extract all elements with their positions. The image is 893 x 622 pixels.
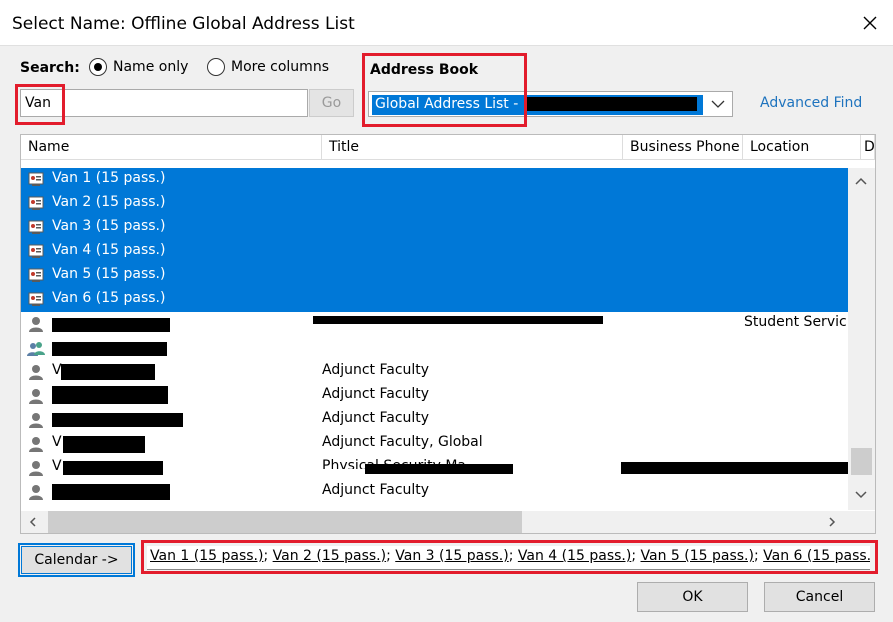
redaction-bar xyxy=(63,436,145,453)
column-header-row: Name Title Business Phone Location D xyxy=(21,135,875,160)
row-name: Van 1 (15 pass.) xyxy=(52,170,166,186)
row-title: Adjunct Faculty xyxy=(322,386,430,402)
room-icon xyxy=(28,268,44,282)
column-header-title[interactable]: Title xyxy=(322,135,623,160)
group-icon xyxy=(27,342,45,356)
redaction-bar xyxy=(621,462,848,474)
search-label: Search: xyxy=(20,60,80,76)
column-header-name[interactable]: Name xyxy=(21,135,322,160)
horizontal-scroll-thumb[interactable] xyxy=(48,511,522,533)
row-name: Van 2 (15 pass.) xyxy=(52,194,166,210)
cancel-button[interactable]: Cancel xyxy=(764,582,875,612)
table-row[interactable]: Van 3 (15 pass.) xyxy=(21,216,848,240)
redaction-bar xyxy=(525,97,697,111)
scrollbar-corner xyxy=(848,511,875,533)
row-name: V xyxy=(52,458,62,474)
table-row[interactable]: Van 6 (15 pass.) xyxy=(21,288,848,312)
radio-name-only-indicator[interactable] xyxy=(89,58,107,76)
row-title: Adjunct Faculty, Global xyxy=(322,434,483,450)
table-row[interactable]: Adjunct Faculty xyxy=(21,384,848,408)
redaction-bar xyxy=(52,318,170,332)
person-icon xyxy=(29,389,43,404)
person-icon xyxy=(29,461,43,476)
column-header-location[interactable]: Location xyxy=(743,135,861,160)
scroll-down-icon[interactable] xyxy=(854,490,868,500)
table-row[interactable]: V Physical Security Ma xyxy=(21,456,848,480)
person-icon xyxy=(29,437,43,452)
table-row[interactable]: Van 5 (15 pass.) xyxy=(21,264,848,288)
row-title: Adjunct Faculty xyxy=(322,482,430,498)
row-title: Adjunct Faculty xyxy=(322,362,430,378)
row-name: Van 5 (15 pass.) xyxy=(52,266,166,282)
radio-more-columns-label: More columns xyxy=(231,59,329,75)
room-icon xyxy=(28,292,44,306)
results-rows: Van 1 (15 pass.) Van 2 (15 pass.) Van 3 … xyxy=(21,168,848,511)
table-row[interactable]: Adjunct Faculty xyxy=(21,480,848,504)
scroll-right-icon[interactable] xyxy=(827,516,837,528)
recipients-highlight-box xyxy=(141,540,878,574)
table-row[interactable] xyxy=(21,336,848,360)
radio-more-columns-indicator[interactable] xyxy=(207,58,225,76)
go-button[interactable]: Go xyxy=(309,89,354,117)
redaction-bar xyxy=(61,364,155,380)
close-button[interactable] xyxy=(847,0,893,46)
radio-name-only-label: Name only xyxy=(113,59,189,75)
redaction-bar xyxy=(365,464,513,474)
window-title: Select Name: Offline Global Address List xyxy=(12,14,355,34)
redaction-bar xyxy=(52,342,167,356)
person-icon xyxy=(29,485,43,500)
ok-button[interactable]: OK xyxy=(637,582,748,612)
row-name: Van 3 (15 pass.) xyxy=(52,218,166,234)
search-highlight-box xyxy=(15,84,65,125)
room-icon xyxy=(28,196,44,210)
redaction-bar xyxy=(52,413,183,427)
redaction-bar xyxy=(313,316,603,324)
table-row[interactable]: Van 2 (15 pass.) xyxy=(21,192,848,216)
chevron-down-icon xyxy=(711,100,725,108)
person-icon xyxy=(29,365,43,380)
advanced-find-link[interactable]: Advanced Find xyxy=(760,95,862,111)
radio-name-only[interactable]: Name only xyxy=(89,58,188,76)
room-icon xyxy=(28,244,44,258)
close-icon xyxy=(863,16,877,30)
column-header-business-phone[interactable]: Business Phone xyxy=(623,135,743,160)
column-header-d[interactable]: D xyxy=(861,135,875,160)
row-name: Van 4 (15 pass.) xyxy=(52,242,166,258)
table-row[interactable]: Van 1 (15 pass.) xyxy=(21,168,848,192)
scroll-left-icon[interactable] xyxy=(28,516,38,528)
table-row[interactable]: Adjunct Faculty xyxy=(21,408,848,432)
table-row[interactable]: V Adjunct Faculty, Global xyxy=(21,432,848,456)
row-title: Adjunct Faculty xyxy=(322,410,430,426)
radio-more-columns[interactable]: More columns xyxy=(207,58,329,76)
row-name: V xyxy=(52,434,62,450)
redaction-bar xyxy=(63,461,163,475)
person-icon xyxy=(29,317,43,332)
redaction-bar xyxy=(52,484,170,500)
calendar-button[interactable]: Calendar -> xyxy=(21,546,132,574)
person-icon xyxy=(29,413,43,428)
room-icon xyxy=(28,172,44,186)
table-row[interactable]: Van 4 (15 pass.) xyxy=(21,240,848,264)
redaction-bar xyxy=(52,386,168,404)
vertical-scroll-thumb[interactable] xyxy=(851,448,872,475)
title-bar: Select Name: Offline Global Address List xyxy=(0,0,893,46)
row-location: Student Servic. xyxy=(744,314,848,330)
row-name: Van 6 (15 pass.) xyxy=(52,290,166,306)
room-icon xyxy=(28,220,44,234)
table-row[interactable]: V Adjunct Faculty xyxy=(21,360,848,384)
table-row[interactable]: Student Servic. xyxy=(21,312,848,336)
scroll-up-icon[interactable] xyxy=(854,176,868,186)
address-book-highlight-box xyxy=(362,53,527,127)
